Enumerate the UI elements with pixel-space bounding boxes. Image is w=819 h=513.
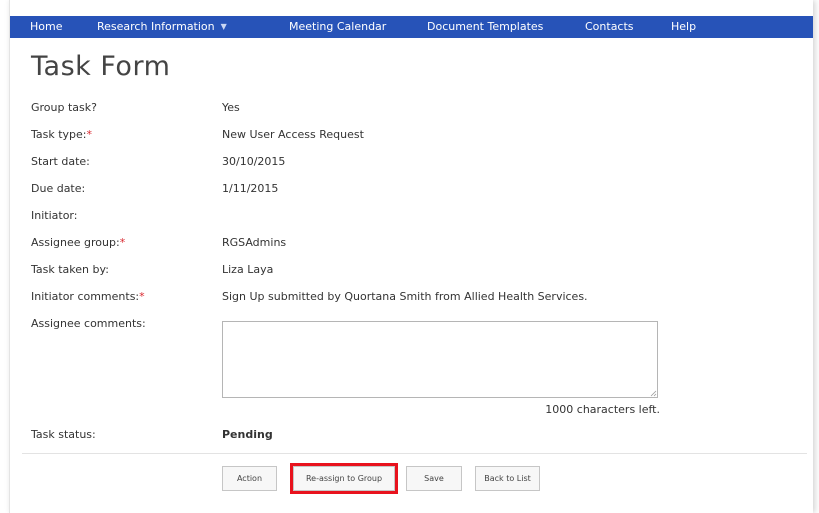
page: Home Research Information ▼ Meeting Calen…	[0, 0, 819, 513]
required-marker: *	[119, 236, 126, 249]
required-marker: *	[139, 290, 145, 303]
browser-content-frame: Home Research Information ▼ Meeting Calen…	[9, 0, 813, 513]
nav-item-contacts[interactable]: Contacts	[585, 16, 634, 38]
initiator-label: Initiator:	[31, 209, 78, 222]
nav-item-document-templates[interactable]: Document Templates	[427, 16, 543, 38]
back-to-list-button[interactable]: Back to List	[475, 466, 540, 491]
nav-item-label: Research Information	[97, 20, 215, 33]
task-type-value: New User Access Request	[222, 128, 364, 141]
task-status-value: Pending	[222, 428, 273, 441]
task-taken-by-label: Task taken by:	[31, 263, 109, 276]
assignee-group-value: RGSAdmins	[222, 236, 287, 249]
assignee-comments-label: Assignee comments:	[31, 317, 146, 330]
chevron-down-icon: ▼	[220, 22, 227, 31]
assignee-group-label-text: Assignee group:	[31, 236, 120, 249]
due-date-label: Due date:	[31, 182, 86, 195]
nav-item-research-information[interactable]: Research Information ▼	[97, 16, 227, 38]
start-date-value: 30/10/2015	[222, 155, 286, 168]
task-status-label: Task status:	[31, 428, 96, 441]
initiator-comments-label-text: Initiator comments:	[31, 290, 140, 303]
start-date-label: Start date:	[31, 155, 90, 168]
resize-grip-icon[interactable]	[650, 390, 657, 397]
required-marker: *	[86, 128, 93, 141]
characters-left-counter: 1000 characters left.	[545, 403, 660, 416]
group-task-label: Group task?	[31, 101, 97, 114]
reassign-to-group-button[interactable]: Re-assign to Group	[290, 463, 398, 494]
task-type-label: Task type:*	[31, 128, 92, 141]
initiator-comments-value: Sign Up submitted by Quortana Smith from…	[222, 290, 588, 303]
page-title: Task Form	[31, 51, 171, 82]
due-date-value: 1/11/2015	[222, 182, 279, 195]
group-task-value: Yes	[222, 101, 240, 114]
top-navigation: Home Research Information ▼ Meeting Calen…	[10, 0, 813, 38]
initiator-comments-label: Initiator comments:*	[31, 290, 145, 303]
nav-item-meeting-calendar[interactable]: Meeting Calendar	[289, 16, 386, 38]
nav-item-help[interactable]: Help	[671, 16, 696, 38]
save-button[interactable]: Save	[406, 466, 462, 491]
action-button[interactable]: Action	[222, 466, 277, 491]
divider	[22, 453, 807, 454]
task-taken-by-value: Liza Laya	[222, 263, 274, 276]
nav-item-home[interactable]: Home	[30, 16, 62, 38]
task-type-label-text: Task type:	[31, 128, 87, 141]
nav-bar: Home Research Information ▼ Meeting Calen…	[10, 16, 813, 38]
assignee-group-label: Assignee group:*	[31, 236, 125, 249]
assignee-comments-textarea[interactable]	[222, 321, 658, 398]
